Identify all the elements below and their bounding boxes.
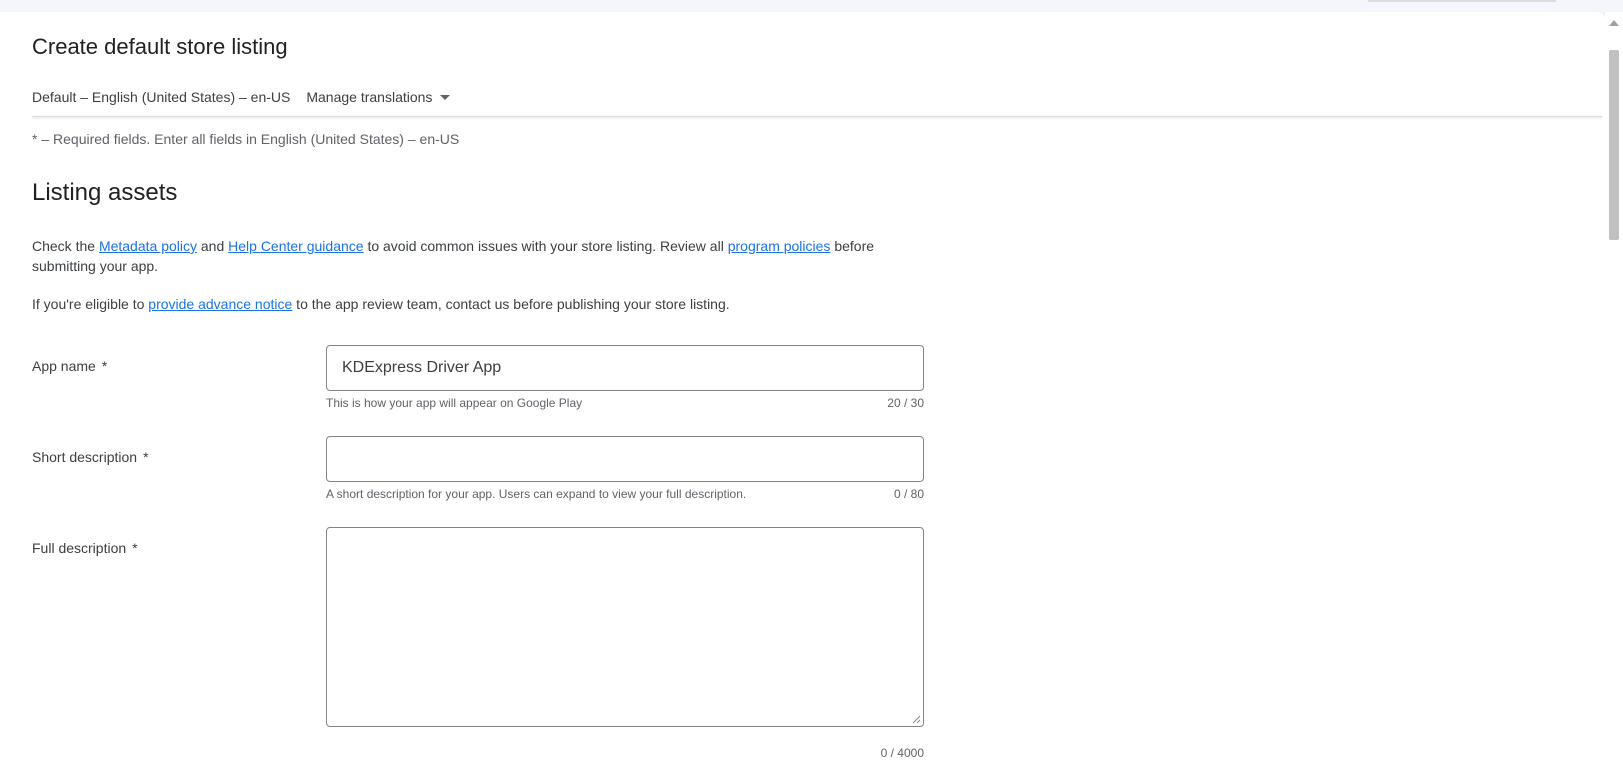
full-description-label: Full description *: [32, 540, 138, 556]
manage-translations-label: Manage translations: [306, 89, 433, 105]
short-description-counter: 0 / 80: [893, 487, 924, 501]
app-name-counter: 20 / 30: [887, 396, 924, 410]
full-description-textarea[interactable]: [326, 527, 924, 727]
policy-paragraph: Check the Metadata policy and Help Cente…: [32, 236, 902, 276]
top-strip-chip: [1368, 0, 1556, 2]
para-text: to the app review team, contact us befor…: [292, 296, 730, 312]
scroll-up-arrow-icon[interactable]: [1609, 20, 1619, 26]
para-text: If you're eligible to: [32, 296, 149, 312]
header-divider: [32, 116, 1602, 117]
resize-grip-icon[interactable]: [912, 715, 921, 724]
page-title: Create default store listing: [32, 34, 288, 59]
para-text: to avoid common issues with your store l…: [363, 238, 728, 254]
caret-down-icon: [440, 94, 451, 100]
required-mark: *: [101, 358, 108, 374]
default-language-label: Default – English (United States) – en-U…: [32, 89, 291, 105]
scrollbar-thumb[interactable]: [1609, 50, 1619, 240]
full-description-counter: 0 / 4000: [880, 746, 924, 760]
help-center-guidance-link[interactable]: Help Center guidance: [228, 238, 363, 254]
short-description-label: Short description *: [32, 449, 149, 465]
app-name-input[interactable]: KDExpress Driver App: [326, 345, 924, 391]
short-description-hint: A short description for your app. Users …: [326, 487, 747, 501]
app-name-value: KDExpress Driver App: [342, 359, 502, 376]
short-description-label-text: Short description: [32, 449, 138, 465]
app-name-hint: This is how your app will appear on Goog…: [326, 396, 583, 410]
app-name-label: App name *: [32, 358, 107, 374]
advance-notice-link[interactable]: provide advance notice: [148, 296, 292, 312]
program-policies-link[interactable]: program policies: [728, 238, 831, 254]
advance-notice-paragraph: If you're eligible to provide advance no…: [32, 294, 902, 314]
section-title: Listing assets: [32, 179, 178, 206]
top-strip: [0, 0, 1623, 12]
required-fields-note: * – Required fields. Enter all fields in…: [32, 131, 460, 147]
language-row: Default – English (United States) – en-U…: [32, 87, 451, 107]
manage-translations-button[interactable]: Manage translations: [306, 89, 451, 105]
app-name-label-text: App name: [32, 358, 96, 374]
full-description-label-text: Full description: [32, 540, 127, 556]
required-mark: *: [132, 540, 138, 556]
metadata-policy-link[interactable]: Metadata policy: [99, 238, 197, 254]
para-text: and: [197, 238, 229, 254]
short-description-input[interactable]: [326, 436, 924, 482]
para-text: Check the: [32, 238, 99, 254]
main-panel: Create default store listing Default – E…: [0, 12, 1605, 779]
vertical-scrollbar[interactable]: [1605, 12, 1623, 779]
required-mark: *: [143, 449, 149, 465]
